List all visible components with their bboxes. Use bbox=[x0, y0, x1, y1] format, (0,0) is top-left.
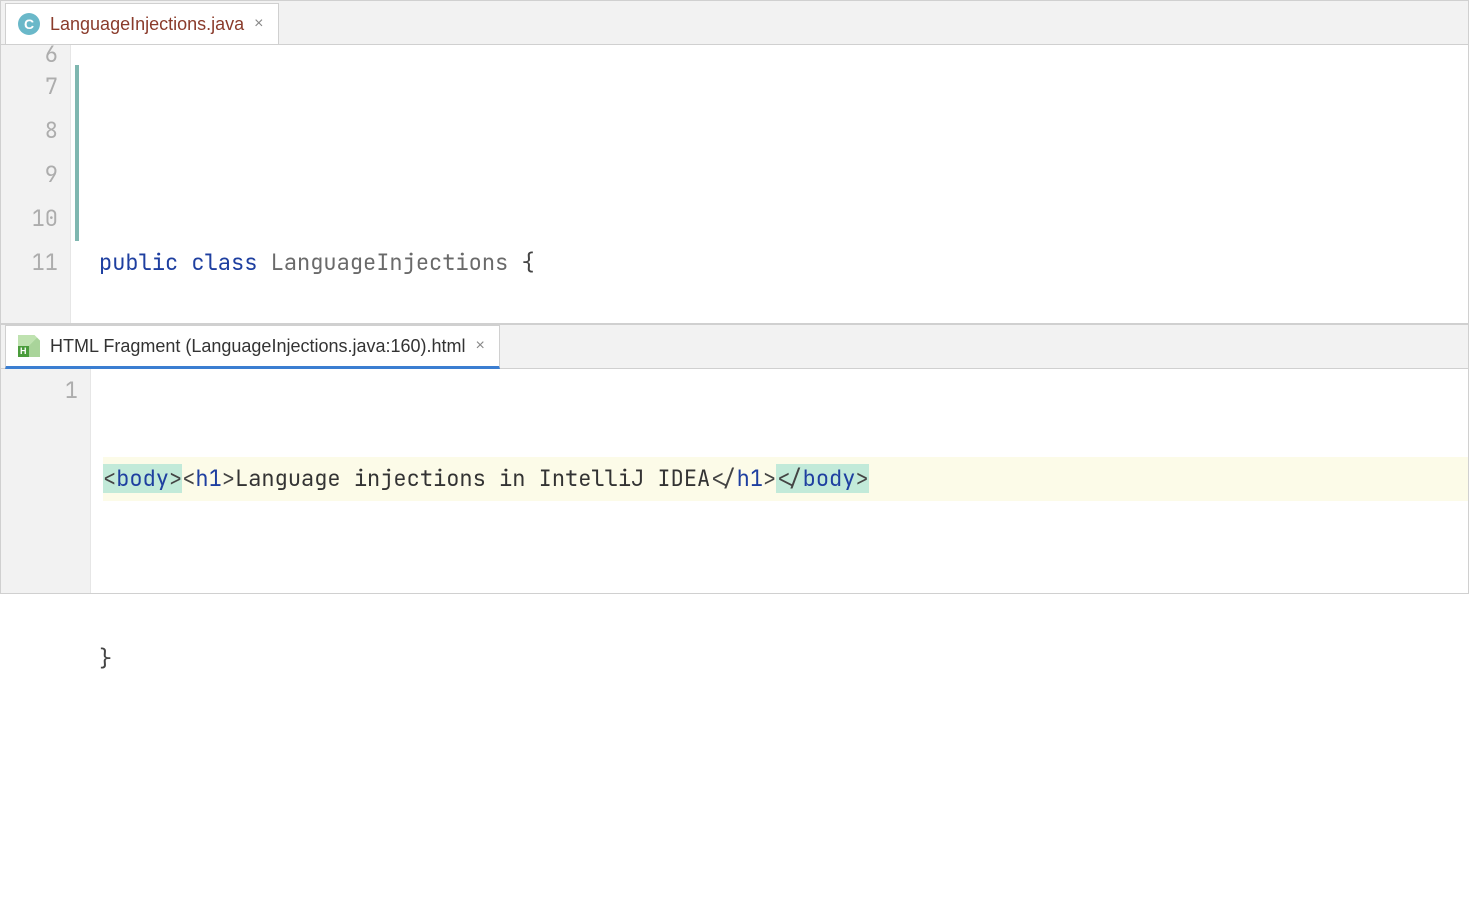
close-icon[interactable]: × bbox=[254, 16, 263, 32]
tab-label: LanguageInjections.java bbox=[50, 14, 244, 35]
code-line-10[interactable]: } bbox=[99, 637, 1468, 681]
tab-html-fragment[interactable]: H HTML Fragment (LanguageInjections.java… bbox=[5, 325, 500, 369]
line-number: 9 bbox=[9, 153, 58, 197]
main-editor[interactable]: 6 7 8 9 10 11 public class LanguageInjec… bbox=[1, 45, 1468, 323]
main-gutter: 6 7 8 9 10 11 bbox=[1, 45, 71, 323]
fragment-gutter: 1 bbox=[1, 369, 91, 593]
java-class-icon: C bbox=[18, 13, 40, 35]
line-number: 6 bbox=[9, 45, 58, 65]
line-number: 1 bbox=[9, 369, 78, 413]
fragment-editor[interactable]: 1 <body><h1>Language injections in Intel… bbox=[1, 369, 1468, 593]
main-editor-pane: C LanguageInjections.java × 6 7 8 9 10 1… bbox=[1, 1, 1468, 323]
code-line-1[interactable]: <body><h1>Language injections in Intelli… bbox=[103, 457, 1468, 501]
line-number: 8 bbox=[9, 109, 58, 153]
fragment-code[interactable]: <body><h1>Language injections in Intelli… bbox=[91, 369, 1468, 593]
tab-language-injections-java[interactable]: C LanguageInjections.java × bbox=[5, 3, 279, 44]
line-number: 11 bbox=[9, 241, 58, 285]
vcs-change-strip bbox=[71, 45, 83, 323]
fragment-tabbar: H HTML Fragment (LanguageInjections.java… bbox=[1, 325, 1468, 369]
fragment-editor-pane: H HTML Fragment (LanguageInjections.java… bbox=[1, 325, 1468, 593]
line-number: 10 bbox=[9, 197, 58, 241]
line-number: 7 bbox=[9, 65, 58, 109]
html-file-icon: H bbox=[18, 335, 40, 357]
tab-label: HTML Fragment (LanguageInjections.java:1… bbox=[50, 336, 466, 357]
code-line-7[interactable]: public class LanguageInjections { bbox=[99, 241, 1468, 285]
code-line-11[interactable] bbox=[99, 769, 1468, 813]
main-code[interactable]: public class LanguageInjections { @Langu… bbox=[83, 45, 1468, 323]
close-icon[interactable]: × bbox=[476, 338, 485, 354]
main-tabbar: C LanguageInjections.java × bbox=[1, 1, 1468, 45]
